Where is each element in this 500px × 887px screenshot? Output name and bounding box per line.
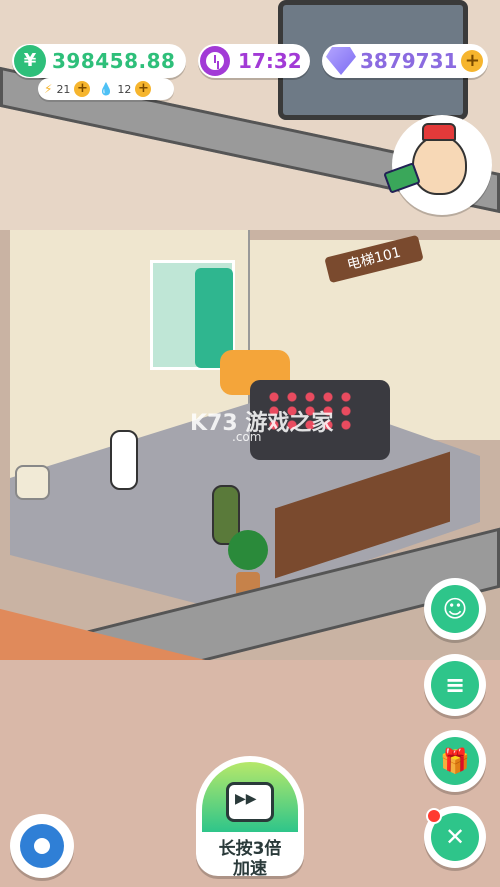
water-counter: 💧 12 +: [98, 81, 152, 97]
npc-avatar-bubble[interactable]: [383, 115, 492, 215]
smile-face-icon: ☺: [431, 585, 479, 633]
gift-button[interactable]: 🎁: [424, 730, 486, 792]
settings-button[interactable]: [10, 814, 74, 878]
tv-fast-forward-icon: [226, 782, 274, 822]
notification-dot: [426, 808, 442, 824]
watermark-sub: .com: [232, 430, 262, 444]
gear-icon: [20, 824, 64, 868]
energy-value: 21: [56, 82, 71, 96]
money-value: 398458.88: [52, 49, 176, 73]
chef-character[interactable]: [110, 430, 138, 490]
gift-icon: 🎁: [431, 737, 479, 785]
watermark: K73 游戏之家: [190, 411, 334, 436]
add-energy-button[interactable]: +: [74, 81, 91, 97]
toilet[interactable]: [15, 465, 50, 500]
speed-label-line2: 加速: [233, 859, 267, 879]
drop-icon: 💧: [98, 82, 114, 96]
water-value: 12: [117, 82, 132, 96]
gem-icon: [326, 47, 356, 75]
tasks-button[interactable]: ≡: [424, 654, 486, 716]
clock-icon: [200, 46, 230, 76]
emoji-button[interactable]: ☺: [424, 578, 486, 640]
add-water-button[interactable]: +: [135, 81, 152, 97]
tools-button[interactable]: ✕: [424, 806, 486, 868]
potted-plant[interactable]: [228, 530, 268, 570]
yuan-icon: ¥: [14, 45, 46, 77]
energy-counter: ⚡ 21 +: [44, 81, 91, 97]
notepad-icon: ≡: [431, 661, 479, 709]
npc-hat-icon: [422, 123, 456, 141]
bolt-icon: ⚡: [44, 82, 53, 96]
resource-bar: ⚡ 21 + 💧 12 +: [38, 78, 174, 100]
npc-face-icon: [412, 135, 467, 195]
speed-up-button[interactable]: 长按3倍 加速: [196, 756, 304, 879]
time-value: 17:32: [238, 49, 302, 73]
gem-counter[interactable]: 3879731 +: [322, 44, 488, 78]
add-gems-button[interactable]: +: [461, 50, 484, 72]
gem-value: 3879731: [360, 49, 458, 73]
time-display: 17:32: [198, 44, 310, 78]
money-counter[interactable]: ¥ 398458.88: [12, 44, 186, 78]
